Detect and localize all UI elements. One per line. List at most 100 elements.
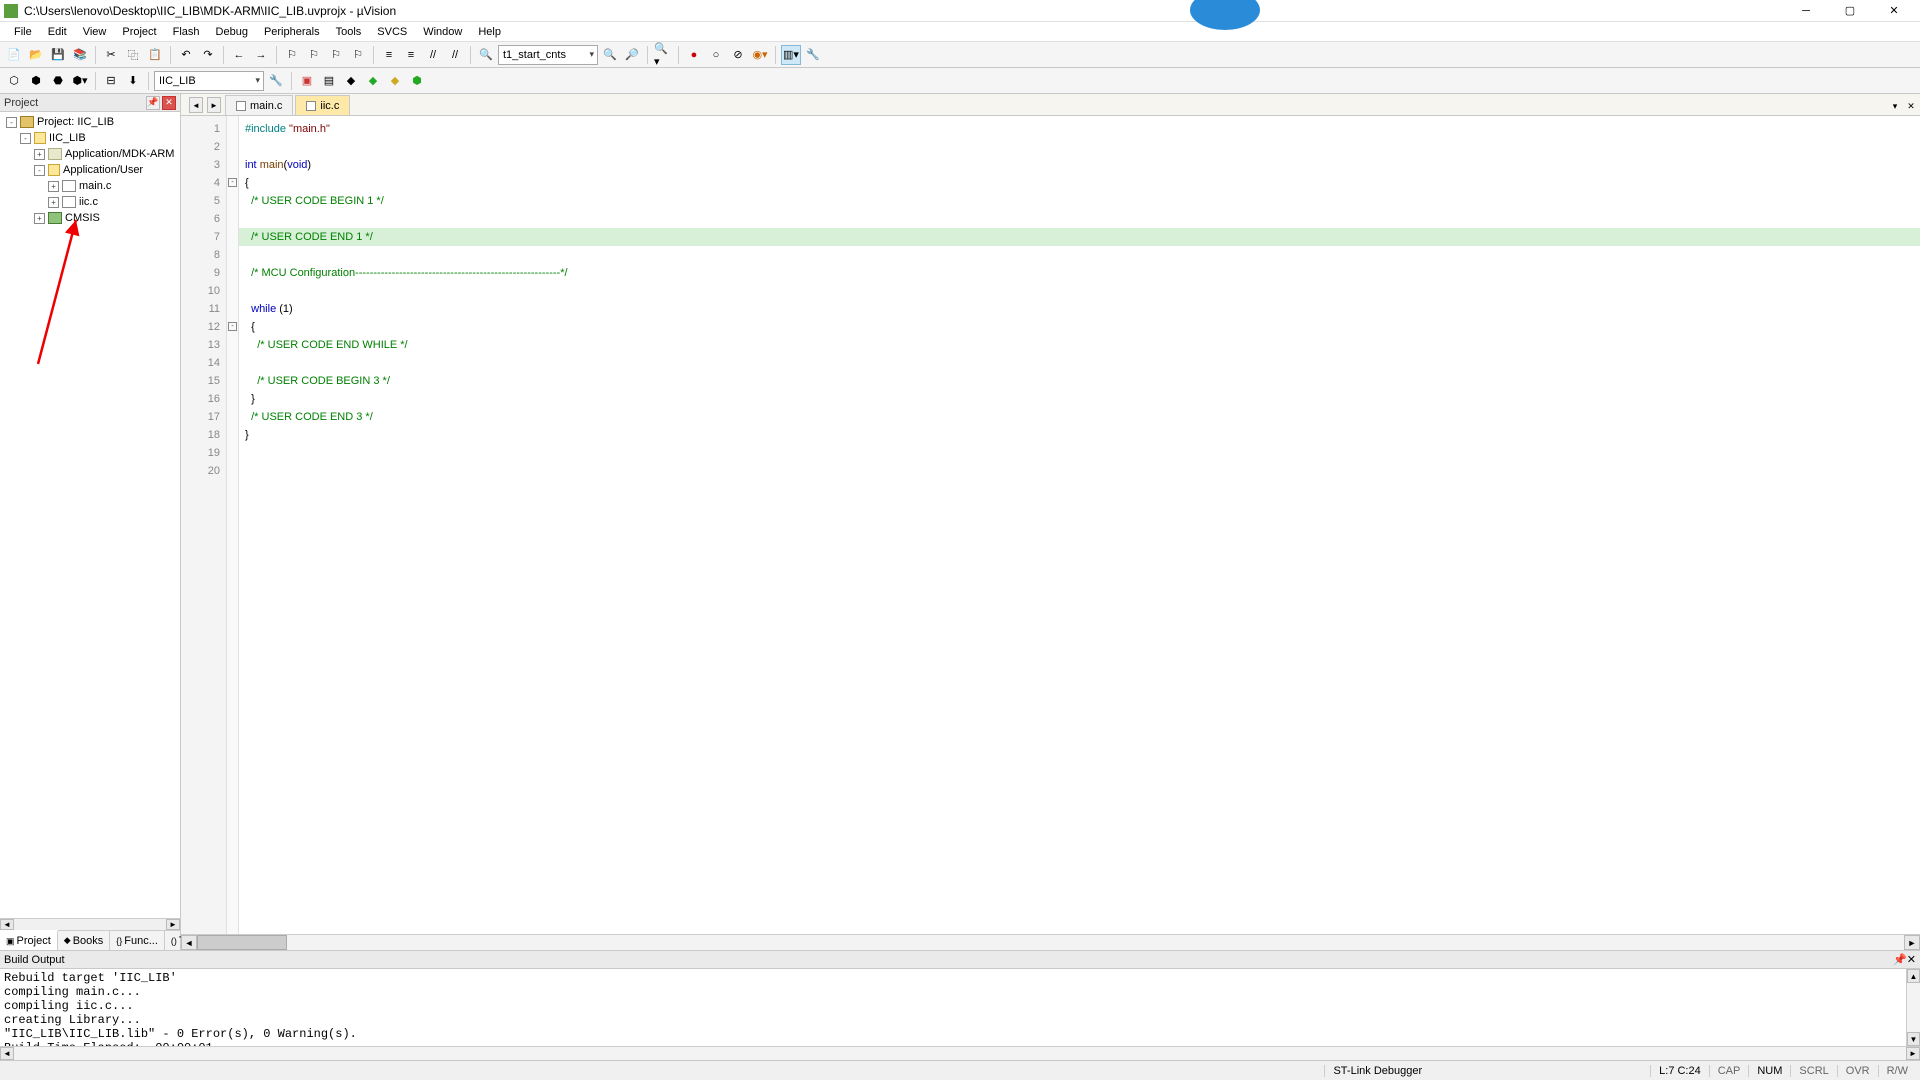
menu-window[interactable]: Window	[415, 24, 470, 40]
window-icon[interactable]: ▥▾	[781, 45, 801, 65]
tree-file-main-c[interactable]: +main.c	[2, 178, 178, 194]
tab-list-icon[interactable]: ▾	[1888, 99, 1902, 113]
nav-fwd-icon[interactable]: →	[251, 45, 271, 65]
tree-project-root[interactable]: -Project: IIC_LIB	[2, 114, 178, 130]
uncomment-icon[interactable]: //	[445, 45, 465, 65]
code-editor[interactable]: 1234567891011121314151617181920--#includ…	[181, 116, 1920, 934]
scroll-left-icon[interactable]: ◄	[0, 1047, 14, 1060]
batch-build-icon[interactable]: ⬢▾	[70, 71, 90, 91]
unindent-icon[interactable]: ≡	[401, 45, 421, 65]
pack-green-icon[interactable]: ◆	[363, 71, 383, 91]
redo-icon[interactable]: ↷	[198, 45, 218, 65]
scroll-thumb[interactable]	[197, 935, 287, 950]
panel-pin-icon[interactable]: 📌	[1893, 953, 1907, 966]
editor-tab-iic-c[interactable]: iic.c	[295, 95, 350, 115]
menu-edit[interactable]: Edit	[40, 24, 75, 40]
scroll-right-icon[interactable]: ►	[1904, 935, 1920, 950]
save-all-icon[interactable]: 📚	[70, 45, 90, 65]
scroll-up-icon[interactable]: ▲	[1907, 969, 1920, 983]
build-hscroll[interactable]: ◄ ►	[0, 1046, 1920, 1060]
menu-debug[interactable]: Debug	[208, 24, 256, 40]
menu-view[interactable]: View	[75, 24, 115, 40]
breakpoint-enable-icon[interactable]: ◉▾	[750, 45, 770, 65]
scroll-track[interactable]	[287, 935, 1904, 950]
file-ext-icon[interactable]: ▤	[319, 71, 339, 91]
copy-icon[interactable]: ⿻	[123, 45, 143, 65]
menu-help[interactable]: Help	[470, 24, 509, 40]
menu-peripherals[interactable]: Peripherals	[256, 24, 328, 40]
stop-build-icon[interactable]: ⊟	[101, 71, 121, 91]
bottom-tab-func[interactable]: {}Func...	[110, 931, 165, 950]
paste-icon[interactable]: 📋	[145, 45, 165, 65]
editor-hscroll[interactable]: ◄ ►	[181, 934, 1920, 950]
menu-project[interactable]: Project	[114, 24, 164, 40]
build-vscroll[interactable]: ▲ ▼	[1906, 969, 1920, 1046]
tree-group-application-user[interactable]: -Application/User	[2, 162, 178, 178]
target-combo[interactable]: IIC_LIB	[154, 71, 264, 91]
bookmark-prev-icon[interactable]: ⚐	[304, 45, 324, 65]
tab-close-icon[interactable]: ✕	[1904, 99, 1918, 113]
bottom-tab-books[interactable]: ◆Books	[58, 931, 111, 950]
maximize-button[interactable]: ▢	[1828, 0, 1872, 22]
tree-file-iic-c[interactable]: +iic.c	[2, 194, 178, 210]
bottom-tab-project[interactable]: ▣Project	[0, 930, 58, 950]
build-output-text[interactable]: Rebuild target 'IIC_LIB' compiling main.…	[0, 969, 1920, 1046]
nav-back-icon[interactable]: ←	[229, 45, 249, 65]
new-file-icon[interactable]: 📄	[4, 45, 24, 65]
project-hscroll[interactable]: ◄ ►	[0, 918, 180, 930]
config-icon[interactable]: 🔧	[803, 45, 823, 65]
target-options-icon[interactable]: 🔧	[266, 71, 286, 91]
scroll-left-icon[interactable]: ◄	[181, 935, 197, 950]
close-button[interactable]: ✕	[1872, 0, 1916, 22]
comment-icon[interactable]: //	[423, 45, 443, 65]
books-icon[interactable]: ◆	[341, 71, 361, 91]
menu-svcs[interactable]: SVCS	[369, 24, 415, 40]
bookmark-next-icon[interactable]: ⚐	[326, 45, 346, 65]
build-icon[interactable]: ⬢	[26, 71, 46, 91]
tab-nav-right-icon[interactable]: ►	[207, 97, 221, 113]
pack-yellow-icon[interactable]: ◆	[385, 71, 405, 91]
breakpoint-icon[interactable]: ●	[684, 45, 704, 65]
menu-file[interactable]: File	[6, 24, 40, 40]
menu-tools[interactable]: Tools	[328, 24, 370, 40]
project-panel-title: Project 📌 ✕	[0, 94, 180, 112]
tree-target[interactable]: -IIC_LIB	[2, 130, 178, 146]
download-icon[interactable]: ⬇	[123, 71, 143, 91]
project-tree[interactable]: -Project: IIC_LIB-IIC_LIB+Application/MD…	[0, 112, 180, 918]
rte-icon[interactable]: ⬢	[407, 71, 427, 91]
tree-group-cmsis[interactable]: +CMSIS	[2, 210, 178, 226]
scroll-left-icon[interactable]: ◄	[0, 919, 14, 930]
editor-tab-main-c[interactable]: main.c	[225, 95, 293, 115]
indent-icon[interactable]: ≡	[379, 45, 399, 65]
find-icon[interactable]: 🔍	[476, 45, 496, 65]
cut-icon[interactable]: ✂	[101, 45, 121, 65]
debug-icon[interactable]: 🔍▾	[653, 45, 673, 65]
separator	[95, 46, 96, 64]
bookmark-icon[interactable]: ⚐	[282, 45, 302, 65]
menubar: FileEditViewProjectFlashDebugPeripherals…	[0, 22, 1920, 42]
save-icon[interactable]: 💾	[48, 45, 68, 65]
panel-close-icon[interactable]: ✕	[162, 96, 176, 110]
build-output-label: Build Output	[4, 954, 65, 966]
panel-close-icon[interactable]: ✕	[1907, 953, 1916, 966]
manage-icon[interactable]: ▣	[297, 71, 317, 91]
translate-icon[interactable]: ⬡	[4, 71, 24, 91]
find-in-files-icon[interactable]: 🔍	[600, 45, 620, 65]
breakpoint-disable-icon[interactable]: ○	[706, 45, 726, 65]
tab-nav-left-icon[interactable]: ◄	[189, 97, 203, 113]
scroll-down-icon[interactable]: ▼	[1907, 1032, 1920, 1046]
bookmark-clear-icon[interactable]: ⚐	[348, 45, 368, 65]
find-combo[interactable]: t1_start_cnts	[498, 45, 598, 65]
undo-icon[interactable]: ↶	[176, 45, 196, 65]
panel-pin-icon[interactable]: 📌	[146, 96, 160, 110]
open-file-icon[interactable]: 📂	[26, 45, 46, 65]
incremental-find-icon[interactable]: 🔎	[622, 45, 642, 65]
breakpoint-kill-icon[interactable]: ⊘	[728, 45, 748, 65]
minimize-button[interactable]: ─	[1784, 0, 1828, 22]
scroll-track[interactable]	[14, 919, 166, 930]
scroll-right-icon[interactable]: ►	[166, 919, 180, 930]
tree-group-application-mdk-arm[interactable]: +Application/MDK-ARM	[2, 146, 178, 162]
menu-flash[interactable]: Flash	[165, 24, 208, 40]
scroll-right-icon[interactable]: ►	[1906, 1047, 1920, 1060]
rebuild-icon[interactable]: ⬣	[48, 71, 68, 91]
